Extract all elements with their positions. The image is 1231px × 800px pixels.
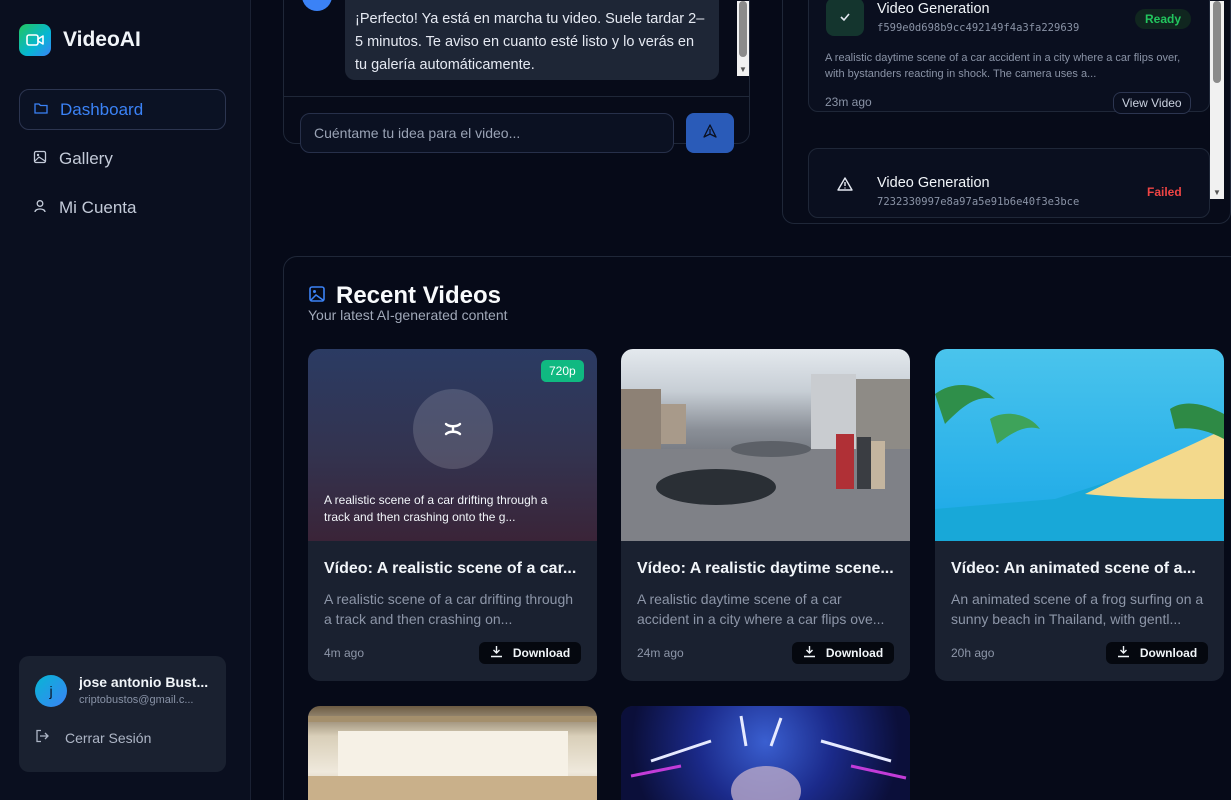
status-badge: Failed bbox=[1147, 185, 1182, 199]
video-time: 20h ago bbox=[951, 646, 995, 660]
generations-scrollbar[interactable]: ▼ bbox=[1210, 1, 1224, 199]
video-thumbnail[interactable] bbox=[308, 706, 597, 800]
sidebar-item-label: Gallery bbox=[59, 148, 113, 168]
warning-icon bbox=[826, 165, 864, 203]
folder-icon bbox=[34, 100, 48, 120]
sidebar-item-label: Mi Cuenta bbox=[59, 197, 137, 217]
image-icon bbox=[308, 285, 326, 308]
video-card[interactable]: Vídeo: A realistic daytime scene... A re… bbox=[621, 349, 910, 681]
section-header: Recent Videos bbox=[308, 282, 501, 310]
video-description: A realistic daytime scene of a car accid… bbox=[637, 591, 885, 627]
scroll-down-arrow-icon[interactable]: ▼ bbox=[739, 65, 747, 74]
generation-card: Video Generation f599e0d698b9cc492149f4a… bbox=[808, 0, 1210, 114]
thumbnail-caption: A realistic scene of a car drifting thro… bbox=[324, 493, 548, 524]
video-thumbnail[interactable] bbox=[621, 349, 910, 541]
scroll-down-arrow-icon[interactable]: ▼ bbox=[1213, 188, 1221, 197]
download-icon bbox=[1117, 645, 1130, 661]
party-scene-image bbox=[630, 715, 907, 800]
generation-title: Video Generation bbox=[877, 1, 990, 17]
check-icon bbox=[826, 0, 864, 36]
chat-scrollbar[interactable]: ▼ bbox=[737, 1, 749, 76]
recent-videos-section: Recent Videos Your latest AI-generated c… bbox=[283, 256, 1231, 800]
status-badge: Ready bbox=[1135, 9, 1192, 29]
download-icon bbox=[803, 645, 816, 661]
video-description: An animated scene of a frog surfing on a… bbox=[951, 591, 1204, 627]
chat-message: ¡Perfecto! Ya está en marcha tu video. S… bbox=[345, 0, 719, 80]
video-card[interactable] bbox=[308, 706, 597, 800]
logout-button[interactable]: Cerrar Sesión bbox=[35, 729, 151, 746]
sidebar-item-gallery[interactable]: Gallery bbox=[19, 138, 226, 179]
sidebar-nav: Dashboard Gallery Mi Cuenta bbox=[19, 89, 226, 236]
download-button[interactable]: Download bbox=[1106, 642, 1208, 664]
view-video-button[interactable]: View Video bbox=[1113, 92, 1191, 114]
scrollbar-thumb[interactable] bbox=[739, 1, 747, 57]
video-camera-icon bbox=[19, 24, 51, 56]
street-scene-image bbox=[621, 374, 910, 541]
chat-panel: ¡Perfecto! Ya está en marcha tu video. S… bbox=[283, 0, 750, 153]
sidebar: VideoAI Dashboard Gallery Mi Cuenta j jo… bbox=[0, 0, 251, 800]
image-icon bbox=[33, 149, 47, 169]
user-card: j jose antonio Bust... criptobustos@gmai… bbox=[19, 656, 226, 772]
video-description: A realistic scene of a car drifting thro… bbox=[324, 591, 574, 627]
download-button[interactable]: Download bbox=[792, 642, 894, 664]
download-label: Download bbox=[1139, 646, 1198, 660]
download-label: Download bbox=[825, 646, 884, 660]
video-title: Vídeo: An animated scene of a... bbox=[951, 560, 1196, 577]
logout-label: Cerrar Sesión bbox=[65, 729, 152, 746]
resolution-badge: 720p bbox=[541, 360, 584, 382]
sidebar-item-dashboard[interactable]: Dashboard bbox=[19, 89, 226, 130]
video-thumbnail[interactable]: 720p A realistic scene of a car drifting… bbox=[308, 349, 597, 541]
brand[interactable]: VideoAI bbox=[19, 24, 141, 56]
generation-title: Video Generation bbox=[877, 175, 990, 191]
beach-scene-image bbox=[935, 384, 1224, 541]
generation-id: f599e0d698b9cc492149f4a3fa229639 bbox=[877, 22, 1080, 34]
download-icon bbox=[490, 645, 503, 661]
logout-icon bbox=[35, 729, 49, 746]
generation-time: 23m ago bbox=[825, 95, 872, 109]
generation-description: A realistic daytime scene of a car accid… bbox=[825, 52, 1181, 80]
sidebar-item-label: Dashboard bbox=[60, 99, 144, 119]
send-button[interactable] bbox=[686, 113, 734, 153]
download-label: Download bbox=[512, 646, 571, 660]
assistant-avatar bbox=[302, 0, 332, 11]
video-card[interactable] bbox=[621, 706, 910, 800]
loading-icon bbox=[413, 389, 493, 469]
video-title: Vídeo: A realistic daytime scene... bbox=[637, 560, 894, 577]
video-title: Vídeo: A realistic scene of a car... bbox=[324, 560, 577, 577]
video-time: 24m ago bbox=[637, 646, 684, 660]
generations-panel: Video Generation f599e0d698b9cc492149f4a… bbox=[782, 0, 1231, 224]
app-root: VideoAI Dashboard Gallery Mi Cuenta j jo… bbox=[0, 0, 1231, 800]
user-icon bbox=[33, 198, 47, 218]
section-title: Recent Videos bbox=[336, 282, 501, 309]
avatar: j bbox=[35, 675, 67, 707]
video-thumbnail[interactable] bbox=[621, 706, 910, 800]
generation-id: 7232330997e8a97a5e91b6e40f3e3bce bbox=[877, 196, 1080, 208]
user-email: criptobustos@gmail.c... bbox=[79, 694, 194, 706]
section-subtitle: Your latest AI-generated content bbox=[308, 307, 508, 323]
generation-card: Video Generation 7232330997e8a97a5e91b6e… bbox=[808, 148, 1210, 218]
video-thumbnail[interactable] bbox=[935, 349, 1224, 541]
video-time: 4m ago bbox=[324, 646, 365, 660]
video-card[interactable]: Vídeo: An animated scene of a... An anim… bbox=[935, 349, 1224, 681]
scrollbar-thumb[interactable] bbox=[1213, 1, 1221, 83]
download-button[interactable]: Download bbox=[479, 642, 581, 664]
user-name: jose antonio Bust... bbox=[79, 674, 209, 690]
chat-input[interactable] bbox=[300, 113, 674, 153]
divider bbox=[284, 96, 749, 97]
sidebar-item-account[interactable]: Mi Cuenta bbox=[19, 187, 226, 228]
room-scene-image bbox=[308, 716, 597, 800]
video-card[interactable]: 720p A realistic scene of a car drifting… bbox=[308, 349, 597, 681]
send-icon bbox=[703, 123, 717, 143]
brand-name: VideoAI bbox=[63, 28, 141, 51]
